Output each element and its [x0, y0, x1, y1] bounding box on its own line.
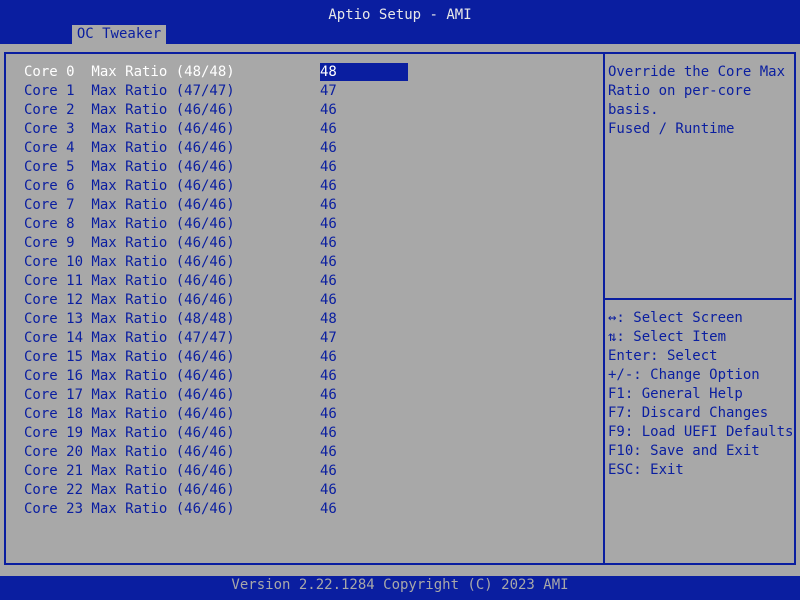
setting-row-core-20[interactable]: Core 20 Max Ratio (46/46) 46 [24, 443, 424, 462]
window-title: Aptio Setup - AMI [328, 7, 472, 23]
setting-value[interactable]: 46 [320, 196, 337, 215]
setting-label: Core 18 Max Ratio (46/46) [24, 406, 235, 422]
setting-row-core-19[interactable]: Core 19 Max Ratio (46/46) 46 [24, 424, 424, 443]
key-hint-esc: ESC: Exit [608, 462, 684, 478]
setting-row-core-5[interactable]: Core 5 Max Ratio (46/46) 46 [24, 158, 424, 177]
setting-value[interactable]: 46 [320, 158, 337, 177]
setting-row-core-18[interactable]: Core 18 Max Ratio (46/46) 46 [24, 405, 424, 424]
setting-label: Core 13 Max Ratio (48/48) [24, 311, 235, 327]
setting-value[interactable]: 46 [320, 234, 337, 253]
setting-label: Core 20 Max Ratio (46/46) [24, 444, 235, 460]
setting-label: Core 19 Max Ratio (46/46) [24, 425, 235, 441]
setting-row-core-12[interactable]: Core 12 Max Ratio (46/46) 46 [24, 291, 424, 310]
setting-label: Core 0 Max Ratio (48/48) [24, 64, 235, 80]
setting-label: Core 4 Max Ratio (46/46) [24, 140, 235, 156]
version-footer: Version 2.22.1284 Copyright (C) 2023 AMI [0, 576, 800, 600]
key-hint-f7: F7: Discard Changes [608, 405, 769, 421]
vertical-divider [603, 52, 605, 565]
setting-label: Core 12 Max Ratio (46/46) [24, 292, 235, 308]
key-hint-f9: F9: Load UEFI Defaults [608, 424, 794, 440]
setting-label: Core 16 Max Ratio (46/46) [24, 368, 235, 384]
setting-row-core-14[interactable]: Core 14 Max Ratio (47/47) 47 [24, 329, 424, 348]
setting-row-core-10[interactable]: Core 10 Max Ratio (46/46) 46 [24, 253, 424, 272]
setting-label: Core 17 Max Ratio (46/46) [24, 387, 235, 403]
setting-label: Core 5 Max Ratio (46/46) [24, 159, 235, 175]
setting-label: Core 1 Max Ratio (47/47) [24, 83, 235, 99]
setting-row-core-2[interactable]: Core 2 Max Ratio (46/46) 46 [24, 101, 424, 120]
setting-value[interactable]: 46 [320, 139, 337, 158]
setting-value[interactable]: 46 [320, 177, 337, 196]
key-hint-select-item: ⇅: Select Item [608, 329, 727, 345]
setting-label: Core 14 Max Ratio (47/47) [24, 330, 235, 346]
help-divider [605, 298, 792, 300]
key-hint-enter: Enter: Select [608, 348, 718, 364]
setting-row-core-6[interactable]: Core 6 Max Ratio (46/46) 46 [24, 177, 424, 196]
help-line: Fused / Runtime [608, 121, 735, 137]
title-bar: Aptio Setup - AMI OC Tweaker [0, 0, 800, 44]
setting-value[interactable]: 46 [320, 272, 337, 291]
setting-row-core-8[interactable]: Core 8 Max Ratio (46/46) 46 [24, 215, 424, 234]
setting-value[interactable]: 46 [320, 462, 337, 481]
setting-label: Core 11 Max Ratio (46/46) [24, 273, 235, 289]
help-line: basis. [608, 102, 659, 118]
setting-value[interactable]: 48 [320, 63, 408, 81]
help-panel: Override the Core Max Ratio on per-core … [608, 63, 792, 139]
setting-row-core-3[interactable]: Core 3 Max Ratio (46/46) 46 [24, 120, 424, 139]
setting-row-core-11[interactable]: Core 11 Max Ratio (46/46) 46 [24, 272, 424, 291]
setting-row-core-4[interactable]: Core 4 Max Ratio (46/46) 46 [24, 139, 424, 158]
setting-row-core-23[interactable]: Core 23 Max Ratio (46/46) 46 [24, 500, 424, 519]
key-legend: ↔: Select Screen ⇅: Select Item Enter: S… [608, 309, 798, 480]
setting-row-core-15[interactable]: Core 15 Max Ratio (46/46) 46 [24, 348, 424, 367]
setting-row-core-7[interactable]: Core 7 Max Ratio (46/46) 46 [24, 196, 424, 215]
key-hint-f10: F10: Save and Exit [608, 443, 760, 459]
setting-value[interactable]: 46 [320, 120, 337, 139]
setting-label: Core 6 Max Ratio (46/46) [24, 178, 235, 194]
setting-label: Core 7 Max Ratio (46/46) [24, 197, 235, 213]
setting-value[interactable]: 46 [320, 386, 337, 405]
setting-row-core-17[interactable]: Core 17 Max Ratio (46/46) 46 [24, 386, 424, 405]
setting-value[interactable]: 46 [320, 215, 337, 234]
setting-label: Core 23 Max Ratio (46/46) [24, 501, 235, 517]
setting-value[interactable]: 46 [320, 101, 337, 120]
setting-row-core-9[interactable]: Core 9 Max Ratio (46/46) 46 [24, 234, 424, 253]
setting-value[interactable]: 48 [320, 310, 337, 329]
key-hint-f1: F1: General Help [608, 386, 743, 402]
main-panel: Core 0 Max Ratio (48/48) 48 Core 1 Max Ra… [0, 44, 800, 576]
setting-row-core-21[interactable]: Core 21 Max Ratio (46/46) 46 [24, 462, 424, 481]
help-line: Override the Core Max [608, 64, 786, 80]
setting-value[interactable]: 46 [320, 367, 337, 386]
setting-value[interactable]: 46 [320, 348, 337, 367]
setting-label: Core 3 Max Ratio (46/46) [24, 121, 235, 137]
setting-label: Core 21 Max Ratio (46/46) [24, 463, 235, 479]
setting-label: Core 2 Max Ratio (46/46) [24, 102, 235, 118]
setting-value[interactable]: 46 [320, 424, 337, 443]
setting-row-core-13[interactable]: Core 13 Max Ratio (48/48) 48 [24, 310, 424, 329]
tab-oc-tweaker[interactable]: OC Tweaker [72, 25, 166, 44]
setting-value[interactable]: 46 [320, 500, 337, 519]
setting-value[interactable]: 46 [320, 481, 337, 500]
setting-value[interactable]: 46 [320, 291, 337, 310]
setting-label: Core 9 Max Ratio (46/46) [24, 235, 235, 251]
setting-value[interactable]: 47 [320, 329, 337, 348]
setting-row-core-0[interactable]: Core 0 Max Ratio (48/48) 48 [24, 63, 424, 82]
setting-label: Core 22 Max Ratio (46/46) [24, 482, 235, 498]
key-hint-select-screen: ↔: Select Screen [608, 310, 743, 326]
setting-label: Core 10 Max Ratio (46/46) [24, 254, 235, 270]
setting-label: Core 8 Max Ratio (46/46) [24, 216, 235, 232]
setting-value[interactable]: 46 [320, 253, 337, 272]
setting-row-core-1[interactable]: Core 1 Max Ratio (47/47) 47 [24, 82, 424, 101]
help-line: Ratio on per-core [608, 83, 752, 99]
setting-row-core-22[interactable]: Core 22 Max Ratio (46/46) 46 [24, 481, 424, 500]
key-hint-change-option: +/-: Change Option [608, 367, 760, 383]
setting-value[interactable]: 47 [320, 82, 337, 101]
setting-value[interactable]: 46 [320, 443, 337, 462]
setting-label: Core 15 Max Ratio (46/46) [24, 349, 235, 365]
setting-row-core-16[interactable]: Core 16 Max Ratio (46/46) 46 [24, 367, 424, 386]
setting-value[interactable]: 46 [320, 405, 337, 424]
